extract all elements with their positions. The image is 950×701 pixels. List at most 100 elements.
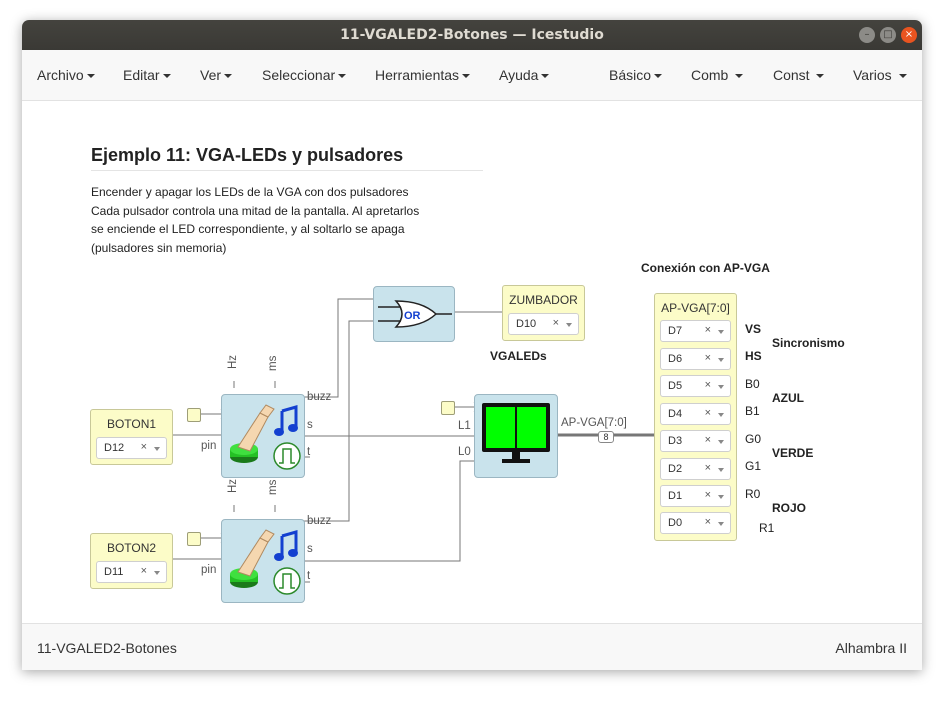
menu-label: Ver (200, 67, 222, 83)
apvga-pin-select[interactable]: D4 × (660, 403, 731, 425)
constant-checkbox[interactable] (441, 401, 455, 415)
menu-label: Varios (853, 67, 892, 83)
dropdown-arrow-icon[interactable] (718, 468, 724, 472)
menu-label: Editar (123, 67, 160, 83)
boton2-pin-select[interactable]: D11 × (96, 561, 167, 583)
conexion-title: Conexión con AP-VGA (641, 261, 770, 275)
clear-icon[interactable]: × (705, 407, 711, 419)
clear-icon[interactable]: × (705, 434, 711, 446)
port-pin: pin (201, 440, 217, 452)
description-line: (pulsadores sin memoria) (91, 241, 227, 255)
port-buzz: buzz (307, 391, 332, 403)
port-s: s (307, 419, 313, 431)
port-hz: Hz (227, 478, 239, 493)
dropdown-arrow-icon[interactable] (718, 413, 724, 417)
clear-icon[interactable]: × (705, 516, 711, 528)
apvga-pin-select[interactable]: D5 × (660, 375, 731, 397)
menu-ayuda[interactable]: Ayuda (499, 67, 550, 83)
music-note-icon (274, 405, 298, 436)
menu-label: Herramientas (375, 67, 460, 83)
pin-value: D7 (668, 325, 683, 337)
port-t: t (307, 446, 311, 458)
dropdown-arrow-icon[interactable] (718, 330, 724, 334)
apvga-pin-select[interactable]: D0 × (660, 512, 731, 534)
pin-value: D6 (668, 353, 683, 365)
caret-down-icon (86, 74, 95, 79)
or-gate-block[interactable]: OR (373, 286, 455, 342)
dropdown-arrow-icon[interactable] (718, 358, 724, 362)
dropdown-arrow-icon[interactable] (718, 522, 724, 526)
clear-icon[interactable]: × (705, 352, 711, 364)
pin-value: D10 (516, 318, 537, 330)
apvga-pin-select[interactable]: D1 × (660, 485, 731, 507)
board-name[interactable]: Alhambra II (835, 640, 907, 656)
constant-checkbox[interactable] (187, 532, 201, 546)
menu-basico[interactable]: Básico (609, 67, 663, 83)
page-title: Ejemplo 11: VGA-LEDs y pulsadores (91, 145, 404, 165)
dropdown-arrow-icon[interactable] (154, 447, 160, 451)
design-canvas[interactable]: Ejemplo 11: VGA-LEDs y pulsadores Encend… (22, 101, 922, 623)
dropdown-arrow-icon[interactable] (154, 571, 160, 575)
pin-value: D4 (668, 408, 683, 420)
clear-icon[interactable]: × (141, 441, 147, 453)
caret-down-icon (462, 74, 471, 79)
dropdown-arrow-icon[interactable] (718, 440, 724, 444)
vgaleds-title: VGALEDs (490, 349, 547, 363)
clear-icon[interactable]: × (705, 379, 711, 391)
pulse-icon (273, 567, 301, 595)
apvga-pin-select[interactable]: D6 × (660, 348, 731, 370)
boton2-input-block[interactable]: BOTON2 D11 × (90, 533, 173, 589)
dropdown-arrow-icon[interactable] (566, 323, 572, 327)
menu-const[interactable]: Const (773, 67, 825, 83)
port-buzz: buzz (307, 515, 332, 527)
group-red-label: ROJO (772, 501, 807, 515)
constant-checkbox[interactable] (187, 408, 201, 422)
minimize-icon[interactable]: – (859, 27, 875, 43)
menu-seleccionar[interactable]: Seleccionar (262, 67, 347, 83)
signal-label: B1 (745, 404, 760, 418)
port-pin: pin (201, 564, 217, 576)
pin-value: D0 (668, 517, 683, 529)
zumbador-output-block[interactable]: ZUMBADOR D10 × (502, 285, 585, 341)
menu-archivo[interactable]: Archivo (37, 67, 95, 83)
pin-value: D11 (104, 566, 124, 578)
apvga-output-block[interactable]: AP-VGA[7:0] D7 × D6 × D5 × D4 × D3 × D2 × D1 × … (654, 293, 737, 541)
boton1-input-block[interactable]: BOTON1 D12 × (90, 409, 173, 465)
clear-icon[interactable]: × (705, 462, 711, 474)
close-icon[interactable]: × (901, 27, 917, 43)
button-block-2[interactable] (221, 519, 305, 603)
clear-icon[interactable]: × (705, 489, 711, 501)
maximize-icon[interactable]: □ (880, 27, 896, 43)
group-sync-label: Sincronismo (772, 336, 845, 350)
apvga-pin-select[interactable]: D7 × (660, 320, 731, 342)
button-block-1[interactable] (221, 394, 305, 478)
clear-icon[interactable]: × (553, 317, 559, 329)
menu-varios[interactable]: Varios (853, 67, 907, 83)
pin-value: D12 (104, 442, 125, 454)
signal-label: B0 (745, 377, 760, 391)
zumbador-pin-select[interactable]: D10 × (508, 313, 579, 335)
apvga-pin-select[interactable]: D3 × (660, 430, 731, 452)
boton1-pin-select[interactable]: D12 × (96, 437, 167, 459)
caret-down-icon (816, 74, 825, 79)
vgaleds-block[interactable] (474, 394, 558, 478)
dropdown-arrow-icon[interactable] (718, 495, 724, 499)
title-divider (91, 170, 483, 171)
boton1-title: BOTON1 (106, 417, 157, 431)
status-bar: 11-VGALED2-Botones Alhambra II (22, 623, 922, 670)
menu-bar: Archivo Editar Ver Seleccionar Herramien… (22, 50, 922, 101)
port-ms: ms (267, 479, 279, 495)
menu-editar[interactable]: Editar (123, 67, 171, 83)
apvga-pin-select[interactable]: D2 × (660, 458, 731, 480)
menu-herramientas[interactable]: Herramientas (375, 67, 471, 83)
menu-label: Seleccionar (262, 67, 336, 83)
dropdown-arrow-icon[interactable] (718, 385, 724, 389)
clear-icon[interactable]: × (705, 324, 711, 336)
caret-down-icon (338, 74, 347, 79)
menu-ver[interactable]: Ver (200, 67, 233, 83)
clear-icon[interactable]: × (141, 565, 147, 577)
menu-comb[interactable]: Comb (691, 67, 744, 83)
signal-label: G1 (745, 459, 762, 473)
zumbador-title: ZUMBADOR (509, 293, 578, 307)
port-s: s (307, 543, 313, 555)
